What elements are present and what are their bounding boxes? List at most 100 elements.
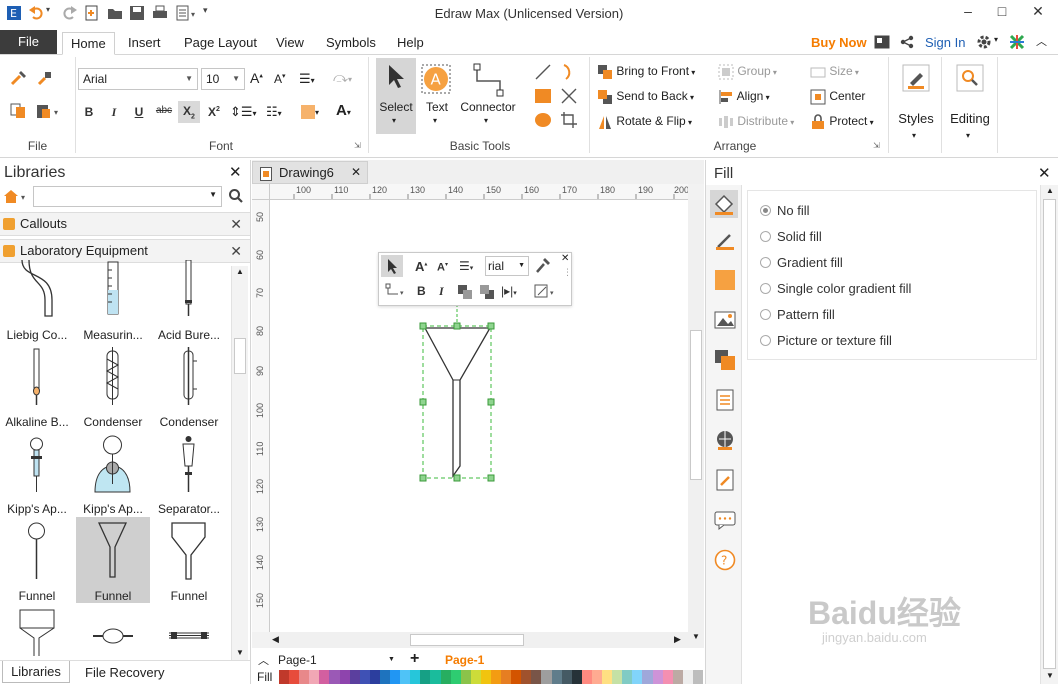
- tab-symbols[interactable]: Symbols: [318, 32, 384, 55]
- radio[interactable]: [760, 335, 771, 347]
- funnel-outline[interactable]: [423, 327, 492, 479]
- share-icon[interactable]: [900, 35, 914, 52]
- bullet-list-icon[interactable]: ☷▾: [266, 104, 282, 120]
- color-swatch[interactable]: [299, 670, 310, 684]
- tab-file[interactable]: File: [0, 30, 57, 54]
- help-icon[interactable]: ?: [714, 549, 736, 571]
- paste-icon[interactable]: ▾: [36, 103, 62, 122]
- color-swatch[interactable]: [692, 670, 704, 684]
- float-shrink-font-icon[interactable]: A▾: [437, 261, 448, 274]
- resize-handle[interactable]: [487, 322, 495, 330]
- library-search-input[interactable]: ▼: [33, 186, 222, 207]
- fill-panel-scrollbar[interactable]: ▲ ▼: [1040, 185, 1058, 684]
- superscript-icon[interactable]: X2: [205, 105, 223, 119]
- color-swatch[interactable]: [541, 670, 553, 684]
- page-properties-icon[interactable]: [714, 389, 736, 411]
- line-spacing-icon[interactable]: ⇕☰▾: [230, 104, 257, 120]
- color-swatch[interactable]: [289, 670, 300, 684]
- shape-funnel-2-selected[interactable]: Funnel: [76, 517, 150, 603]
- color-swatch[interactable]: [591, 670, 603, 684]
- fill-option-solid[interactable]: Solid fill: [760, 229, 822, 244]
- tab-libraries[interactable]: Libraries: [2, 661, 70, 683]
- image-icon[interactable]: [714, 309, 736, 331]
- editing-button[interactable]: Editing ▾: [946, 59, 994, 149]
- color-swatch[interactable]: [511, 670, 522, 684]
- add-page-icon[interactable]: +: [410, 650, 419, 668]
- scroll-down-icon[interactable]: ▼: [692, 632, 700, 641]
- text-direction-icon[interactable]: ⤼▾: [333, 69, 352, 86]
- color-swatch[interactable]: [571, 670, 583, 684]
- close-section-icon[interactable]: ✕: [230, 213, 242, 235]
- color-swatch[interactable]: [682, 670, 694, 684]
- select-tool-button[interactable]: Select ▾: [376, 58, 416, 134]
- color-swatch[interactable]: [440, 670, 452, 684]
- connector-tool-button[interactable]: Connector ▾: [456, 58, 520, 134]
- shape-drying-tube[interactable]: [76, 604, 150, 654]
- color-swatch[interactable]: [359, 670, 371, 684]
- size-button[interactable]: Size ▾: [810, 64, 859, 80]
- resize-handle[interactable]: [453, 322, 461, 330]
- account-card-icon[interactable]: [874, 35, 890, 52]
- color-swatch[interactable]: [470, 670, 482, 684]
- buy-now-link[interactable]: Buy Now: [811, 35, 867, 50]
- color-swatch[interactable]: [561, 670, 573, 684]
- libraries-scrollbar[interactable]: ▲ ▼: [231, 266, 248, 660]
- float-italic-icon[interactable]: I: [439, 284, 444, 299]
- shape-kipps-apparatus-2[interactable]: Kipp's Ap...: [76, 430, 150, 516]
- rotate-flip-button[interactable]: Rotate & Flip ▾: [597, 114, 692, 130]
- color-swatch[interactable]: [339, 670, 351, 684]
- settings-dropdown-icon[interactable]: ▾: [994, 35, 998, 44]
- float-distribute-icon[interactable]: |▸|▾: [501, 284, 517, 298]
- edraw-brand-icon[interactable]: [1009, 34, 1025, 53]
- scroll-right-icon[interactable]: ▶: [674, 634, 681, 645]
- float-select-icon[interactable]: [381, 255, 403, 277]
- color-swatch[interactable]: [662, 670, 674, 684]
- scroll-thumb[interactable]: [234, 338, 246, 374]
- color-swatch[interactable]: [450, 670, 462, 684]
- cut-copy-icon[interactable]: [10, 103, 28, 122]
- send-to-back-button[interactable]: Send to Back ▾: [597, 89, 694, 105]
- tab-insert[interactable]: Insert: [120, 32, 169, 55]
- cross-tool-icon[interactable]: [560, 87, 578, 108]
- library-section-callouts[interactable]: Callouts ✕: [0, 212, 250, 236]
- radio[interactable]: [760, 231, 771, 243]
- shape-separatory-funnel[interactable]: Separator...: [152, 430, 226, 516]
- radio[interactable]: [760, 309, 771, 321]
- comment-icon[interactable]: [714, 509, 736, 531]
- float-more-icon[interactable]: ⋮: [563, 267, 572, 278]
- tab-help[interactable]: Help: [389, 32, 432, 55]
- color-swatch[interactable]: [390, 670, 401, 684]
- color-swatch[interactable]: [400, 670, 411, 684]
- fill-tool-icon[interactable]: [710, 190, 738, 218]
- resize-handle[interactable]: [419, 322, 427, 330]
- color-swatch[interactable]: [369, 670, 381, 684]
- strikethrough-icon[interactable]: abc: [155, 105, 173, 116]
- search-icon[interactable]: [228, 188, 244, 207]
- note-edit-icon[interactable]: [714, 469, 736, 491]
- fill-option-pattern[interactable]: Pattern fill: [760, 307, 835, 322]
- group-button[interactable]: Group ▾: [718, 64, 777, 80]
- color-swatch[interactable]: [480, 670, 492, 684]
- resize-handle[interactable]: [487, 474, 495, 482]
- color-swatch[interactable]: [521, 670, 532, 684]
- shape-funnel-1[interactable]: Funnel: [0, 517, 74, 603]
- grow-font-icon[interactable]: A▴: [250, 70, 263, 86]
- shape-measuring-cylinder[interactable]: Measurin...: [76, 256, 150, 342]
- text-tool-button[interactable]: A Text ▾: [420, 58, 454, 134]
- format-painter-icon[interactable]: [10, 70, 28, 89]
- arrange-dialog-launcher-icon[interactable]: ⇲: [873, 141, 880, 150]
- fill-option-no-fill[interactable]: No fill: [760, 203, 810, 218]
- shape-acid-burette[interactable]: Acid Bure...: [152, 256, 226, 342]
- color-swatch[interactable]: [622, 670, 633, 684]
- float-grow-font-icon[interactable]: A▴: [415, 259, 427, 274]
- layers-icon[interactable]: [714, 349, 736, 371]
- funnel-shape-selected[interactable]: [415, 296, 499, 490]
- color-swatch[interactable]: [652, 670, 664, 684]
- color-swatch[interactable]: [279, 670, 290, 684]
- scroll-left-icon[interactable]: ◀: [272, 634, 279, 645]
- distribute-button[interactable]: Distribute ▾: [718, 114, 794, 130]
- scroll-up-icon[interactable]: ▲: [236, 267, 244, 276]
- bring-to-front-button[interactable]: Bring to Front ▾: [597, 64, 695, 80]
- color-swatch[interactable]: [491, 670, 502, 684]
- tab-page-layout[interactable]: Page Layout: [176, 32, 265, 55]
